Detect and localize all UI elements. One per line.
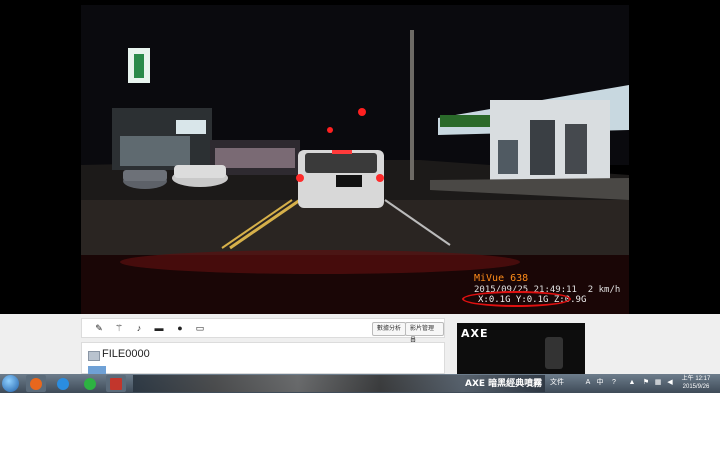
data-analysis-button[interactable]: 數據分析 xyxy=(372,322,407,336)
tray-documents-label[interactable]: 文件 xyxy=(550,377,564,387)
volume-icon[interactable]: ◀ xyxy=(666,379,674,387)
firefox-icon xyxy=(30,377,42,390)
line-taskbar-button[interactable] xyxy=(80,375,100,392)
file-thumbnail[interactable] xyxy=(88,366,106,374)
info-icon[interactable]: ● xyxy=(175,323,185,333)
ie-taskbar-button[interactable] xyxy=(53,375,73,392)
network-icon[interactable]: ▦ xyxy=(654,379,662,387)
firefox-taskbar-button[interactable] xyxy=(26,375,46,392)
file-panel: FILE0000 xyxy=(81,342,445,374)
video-toolbar: ✎ ⚚ ♪ ▬ ● ▭ 數據分析 影片管理員 xyxy=(81,318,445,344)
magic-wand-icon[interactable]: ⚚ xyxy=(114,323,124,333)
system-clock[interactable]: 上午 12:17 2015/9/26 xyxy=(676,375,716,391)
video-file-icon xyxy=(88,351,100,361)
app-taskbar-button[interactable] xyxy=(106,375,126,392)
show-hidden-icon[interactable]: ▲ xyxy=(628,379,636,387)
video-frame xyxy=(0,0,720,314)
page-content: ✎ ⚚ ♪ ▬ ● ▭ 數據分析 影片管理員 FILE0000 AXE xyxy=(0,314,720,374)
help-icon[interactable]: ? xyxy=(610,379,618,387)
osd-speed: 2 km/h xyxy=(587,285,621,295)
gforce-highlight-ring xyxy=(462,291,571,307)
dashcam-video[interactable]: MiVue 638 2015/09/25 21:49:11 2 km/h X:0… xyxy=(0,0,720,314)
clock-time: 上午 12:17 xyxy=(681,376,711,382)
subtitle-icon[interactable]: ▭ xyxy=(195,323,205,333)
start-button[interactable] xyxy=(2,375,19,392)
flag-icon[interactable]: ⚑ xyxy=(642,379,650,387)
ad-brand: AXE xyxy=(461,327,489,340)
line-app-icon xyxy=(84,377,96,390)
keyboard-icon[interactable]: A xyxy=(584,379,592,387)
file-name: FILE0000 xyxy=(102,348,150,360)
taskbar-ad-text: AXE 暗黑經典噴霧 xyxy=(465,379,543,389)
sidebar-ad[interactable]: AXE xyxy=(457,323,585,374)
ad-product-image xyxy=(545,337,563,369)
comment-icon[interactable]: ▬ xyxy=(154,323,164,333)
app-icon xyxy=(110,377,122,390)
osd-model: MiVue 638 xyxy=(474,273,529,284)
ime-icon[interactable]: 中 xyxy=(596,379,604,387)
music-note-icon[interactable]: ♪ xyxy=(134,323,144,333)
windows-taskbar: AXE 暗黑經典噴霧 文件 A 中 ? ▲ ⚑ ▦ ◀ 上午 12:17 201… xyxy=(0,374,720,393)
pencil-icon[interactable]: ✎ xyxy=(94,323,104,333)
screen: MiVue 638 2015/09/25 21:49:11 2 km/h X:0… xyxy=(0,0,720,393)
internet-explorer-icon xyxy=(57,377,69,390)
video-manager-button[interactable]: 影片管理員 xyxy=(405,322,444,344)
clock-date: 2015/9/26 xyxy=(682,384,710,390)
